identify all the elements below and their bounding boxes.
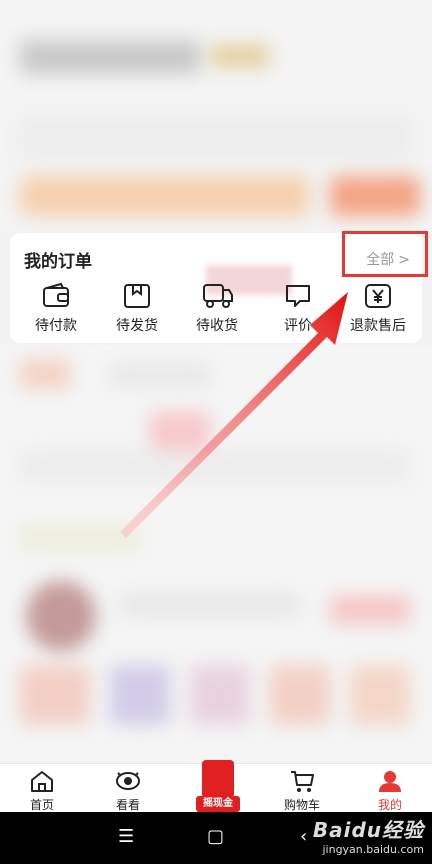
menu-icon[interactable]: ☰ [118,826,134,847]
order-item-label: 待发货 [116,318,158,334]
order-item-label: 退款售后 [350,318,406,334]
watermark-brand: Baidu经验 [312,818,424,842]
comment-icon [286,285,310,307]
order-item-to-ship[interactable]: 待发货 [97,282,177,335]
tab-watch[interactable]: 看看 [88,764,168,813]
order-item-pending-payment[interactable]: 待付款 [16,282,96,335]
home-square-icon[interactable]: ▢ [207,826,224,847]
tab-profile[interactable]: 我的 [350,764,430,813]
order-item-label: 待付款 [35,318,77,334]
tab-label: 我的 [377,798,402,812]
home-icon [31,771,53,792]
tab-label: 首页 [29,798,54,812]
order-item-label: 待收货 [196,318,238,334]
blurred-header-region [0,0,432,232]
tab-shake-cash[interactable]: 摇现金 [196,760,240,812]
profile-icon [379,771,401,792]
orders-title: 我的订单 [24,252,92,272]
back-icon[interactable]: ‹ [300,826,307,847]
promo-label: 摇现金 [196,796,240,812]
eye-icon [116,772,140,790]
order-item-label: 评价 [284,318,312,334]
highlight-box [342,231,428,277]
refund-icon [365,284,391,308]
red-packet-icon [202,760,234,798]
tab-label: 看看 [115,798,140,812]
tab-home[interactable]: 首页 [2,764,82,813]
order-item-review[interactable]: 评价 [258,282,338,335]
blurred-lower-content [0,345,432,763]
tab-label: 购物车 [283,798,320,812]
order-item-to-receive[interactable]: 待收货 [177,282,257,335]
order-item-refund[interactable]: 退款售后 [338,282,418,335]
cart-icon [291,771,314,792]
watermark-url: jingyan.baidu.com [322,843,424,856]
watermark: Baidu经验 jingyan.baidu.com [313,814,424,856]
blurred-header-content [0,0,432,232]
blurred-content-region [0,345,432,763]
wallet-icon [43,282,69,307]
truck-icon [203,284,233,308]
package-icon [124,284,150,308]
tab-cart[interactable]: 购物车 [262,764,342,813]
